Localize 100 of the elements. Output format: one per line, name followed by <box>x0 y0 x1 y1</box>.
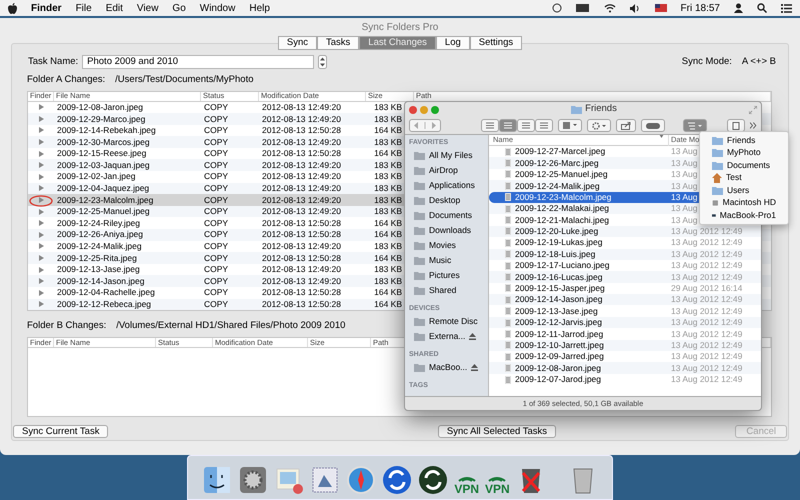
file-name: 2009-12-13-Jase.jpeg <box>515 304 598 318</box>
file-name: 2009-12-27-Marcel.jpeg <box>515 145 606 158</box>
file-name: 2009-12-02-Jan.jpeg <box>57 171 136 182</box>
file-name: 2009-12-11-Jarrod.jpeg <box>515 328 604 340</box>
file-name: 2009-12-19-Lukas.jpeg <box>515 236 602 250</box>
date-text: 13 Aug <box>670 214 698 226</box>
date-text: 2012-08-13 12:49:20 <box>262 194 341 205</box>
date-text: 13 Aug 2012 12:49 <box>670 259 744 272</box>
file-name: 2009-12-25-Rita.jpeg <box>57 252 137 263</box>
file-name: 2009-12-30-Marcos.jpeg <box>57 136 150 147</box>
file-name: 2009-12-09-Jarred.jpeg <box>515 350 604 364</box>
date-text: 13 Aug 2012 12:49 <box>670 225 744 238</box>
status-text: COPY <box>204 299 228 310</box>
status-text: COPY <box>204 194 228 205</box>
date-text: 2012-08-13 12:50:28 <box>262 229 341 240</box>
status-text: COPY <box>204 125 228 136</box>
date-text: 2012-08-13 12:49:20 <box>262 241 341 252</box>
file-name: 2009-12-03-Jaquan.jpeg <box>57 160 150 170</box>
file-name: 2009-12-17-Luciano.jpeg <box>515 259 610 272</box>
date-text: 13 Aug 2012 12:49 <box>670 270 744 284</box>
date-text: 13 Aug <box>670 202 698 216</box>
date-text: 2012-08-13 12:49:20 <box>262 264 341 274</box>
status-text: COPY <box>204 160 228 170</box>
size-text: 183 KB <box>374 183 402 194</box>
date-text: 13 Aug 2012 12:49 <box>670 304 744 318</box>
field-label: Task Name: <box>28 55 78 69</box>
file-name: 2009-12-22-Malakai.jpeg <box>515 202 610 216</box>
date-text: 2012-08-13 12:49:20 <box>262 136 341 147</box>
file-name: 2009-12-23-Malcolm.jpeg <box>57 194 154 205</box>
section-label: Folder B Changes: <box>27 318 106 332</box>
file-name: 2009-12-18-Luis.jpeg <box>515 248 596 261</box>
file-name: 2009-12-16-Lucas.jpeg <box>515 270 602 284</box>
date-text: 2012-08-13 12:49:20 <box>262 160 341 170</box>
file-name: 2009-12-15-Jasper.jpeg <box>515 282 605 295</box>
date-text: 2012-08-13 12:49:20 <box>262 102 341 112</box>
date-text: 2012-08-13 12:50:28 <box>262 218 341 228</box>
file-name: 2009-12-04-Jaquez.jpeg <box>57 183 150 194</box>
file-name: 2009-12-07-Jarod.jpeg <box>515 373 602 386</box>
date-text: 2012-08-13 12:49:20 <box>262 206 341 216</box>
status-text: COPY <box>204 264 228 274</box>
file-name: 2009-12-08-Jaron.jpeg <box>515 362 602 374</box>
size-text: 183 KB <box>374 276 402 286</box>
section-label: Folder A Changes: <box>27 73 106 88</box>
date-text: 13 Aug 2012 12:49 <box>670 339 744 352</box>
date-text: 13 Aug 2012 12:49 <box>670 236 744 250</box>
status-text: COPY <box>204 136 228 147</box>
file-name: 2009-12-23-Malcolm.jpeg <box>515 191 612 204</box>
size-text: 183 KB <box>374 264 402 274</box>
file-name: 2009-12-20-Luke.jpeg <box>515 225 598 238</box>
file-name: 2009-12-12-Rebeca.jpeg <box>57 299 152 310</box>
status-text: COPY <box>204 183 228 194</box>
status-text: COPY <box>204 148 228 158</box>
date-text: 13 Aug <box>670 180 698 192</box>
file-name: 2009-12-14-Jason.jpeg <box>515 293 602 306</box>
date-text: 2012-08-13 12:49:20 <box>262 276 341 286</box>
status-text: COPY <box>204 252 228 263</box>
status-text: COPY <box>204 102 228 112</box>
file-name: 2009-12-24-Riley.jpeg <box>57 218 140 228</box>
date-text: 13 Aug 2012 12:49 <box>670 248 744 261</box>
date-text: 13 Aug 2012 12:49 <box>670 350 744 364</box>
file-name: 2009-12-10-Jarrett.jpeg <box>515 339 604 352</box>
date-text: 13 Aug 2012 12:49 <box>670 328 744 340</box>
file-name: 2009-12-21-Malachi.jpeg <box>515 214 610 226</box>
size-text: 183 KB <box>374 194 402 205</box>
date-text: 13 Aug 2012 12:49 <box>670 293 744 306</box>
date-text: 13 Aug <box>670 156 698 170</box>
status-text: COPY <box>204 171 228 182</box>
file-name: 2009-12-13-Jase.jpeg <box>57 264 140 274</box>
date-text: 2012-08-13 12:50:28 <box>262 125 341 136</box>
file-name: 2009-12-04-Rachelle.jpeg <box>57 287 155 298</box>
window-title: Sync Folders Pro <box>362 20 438 34</box>
file-name: 2009-12-25-Manuel.jpeg <box>515 168 608 181</box>
sync-mode-value: A <+> B <box>742 55 776 69</box>
file-name: 2009-12-14-Jason.jpeg <box>57 276 144 286</box>
status-text: COPY <box>204 114 228 124</box>
file-name: 2009-12-08-Jaron.jpeg <box>57 102 144 112</box>
size-text: 183 KB <box>374 171 402 182</box>
file-name: 2009-12-25-Manuel.jpeg <box>57 206 150 216</box>
file-name: 2009-12-29-Marco.jpeg <box>57 114 146 124</box>
date-text: 29 Aug 2012 16:14 <box>670 282 744 295</box>
date-text: 13 Aug <box>670 145 698 158</box>
size-text: 183 KB <box>374 160 402 170</box>
date-text: 13 Aug <box>670 191 698 204</box>
folder-path: /Volumes/External HD1/Shared Files/Photo 2009 2010 <box>116 318 346 332</box>
window-title: Friends <box>585 102 617 116</box>
size-text: 164 KB <box>374 218 402 228</box>
size-text: 183 KB <box>374 114 402 124</box>
size-text: 183 KB <box>374 241 402 252</box>
folder-path: /Users/Test/Documents/MyPhoto <box>115 73 254 88</box>
file-name: 2009-12-12-Jarvis.jpeg <box>515 316 602 329</box>
size-text: 164 KB <box>374 287 402 298</box>
date-text: 13 Aug 2012 12:49 <box>670 373 744 386</box>
date-text: 2012-08-13 12:50:28 <box>262 299 341 310</box>
status-text: COPY <box>204 206 228 216</box>
status-text: COPY <box>204 287 228 298</box>
file-name: 2009-12-14-Rebekah.jpeg <box>57 125 156 136</box>
file-name: 2009-12-15-Reese.jpeg <box>57 148 146 158</box>
date-text: 2012-08-13 12:50:28 <box>262 252 341 263</box>
status-text: COPY <box>204 276 228 286</box>
size-text: 164 KB <box>374 148 402 158</box>
